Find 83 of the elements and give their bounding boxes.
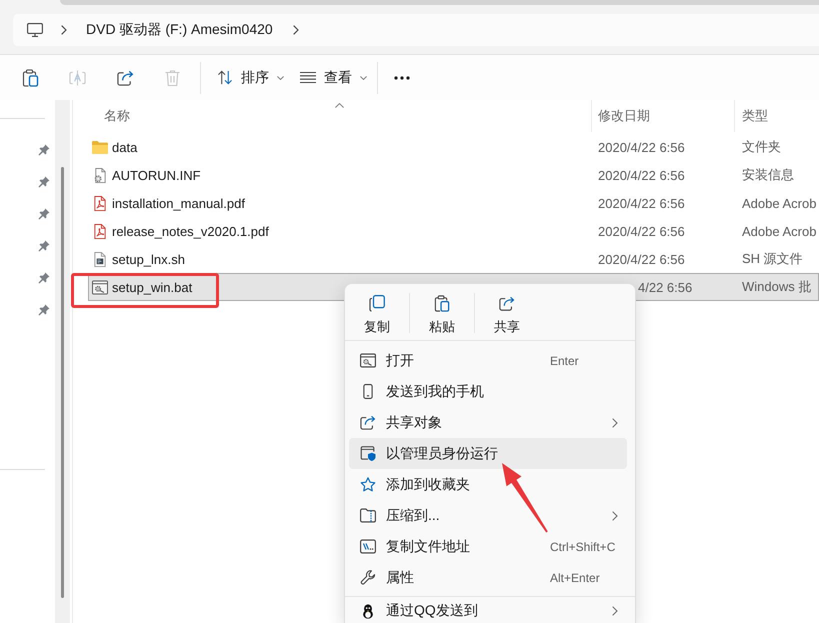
wrench-icon	[360, 570, 376, 585]
caret-down-icon	[277, 76, 284, 80]
scrollbar-thumb[interactable]	[61, 167, 64, 598]
pin-icon[interactable]	[38, 144, 50, 156]
share-icon	[499, 295, 515, 312]
caret-down-icon	[360, 76, 367, 80]
computer-icon	[27, 23, 43, 37]
list-view-icon	[300, 70, 316, 85]
shortcut-label: Alt+Enter	[550, 570, 601, 584]
sort-button[interactable]: 排序	[209, 62, 292, 94]
file-row[interactable]: AUTORUN.INF 2020/4/22 6:56 安装信息	[88, 161, 819, 189]
file-name: AUTORUN.INF	[112, 168, 201, 182]
pin-icon[interactable]	[38, 240, 50, 252]
file-row[interactable]: installation_manual.pdf 2020/4/22 6:56 Adobe Acrob	[88, 189, 819, 217]
file-name: setup_win.bat	[112, 280, 192, 294]
pdf-file-icon	[92, 224, 108, 238]
share-icon	[360, 415, 376, 430]
file-path-icon	[360, 539, 376, 554]
menu-item[interactable]: 以管理员身份运行	[349, 438, 627, 469]
pin-icon[interactable]	[38, 176, 50, 188]
copy-icon	[369, 295, 385, 312]
file-type: Adobe Acrob	[742, 196, 816, 210]
paste-button[interactable]: 粘贴	[410, 284, 474, 340]
shield-icon	[360, 446, 376, 461]
pin-icon[interactable]	[38, 208, 50, 220]
file-row[interactable]: data 2020/4/22 6:56 文件夹	[88, 133, 819, 161]
pin-icon[interactable]	[38, 304, 50, 316]
menu-item[interactable]: 属性 Alt+Enter	[349, 562, 627, 593]
pdf-file-icon	[92, 196, 108, 210]
menu-item[interactable]: 发送到我的手机	[349, 376, 627, 407]
penguin-icon	[360, 604, 376, 618]
column-header[interactable]: 类型	[735, 100, 819, 132]
modified-date: 4/22 6:56	[638, 280, 692, 294]
modified-date: 2020/4/22 6:56	[598, 224, 685, 238]
chevron-right-icon[interactable]	[61, 25, 67, 35]
menu-item[interactable]: 添加到收藏夹	[349, 469, 627, 500]
file-type: SH 源文件	[742, 251, 803, 266]
file-type: Windows 批	[742, 279, 812, 294]
trash-icon	[164, 68, 181, 86]
zip-folder-icon	[360, 508, 376, 523]
shortcut-label: Enter	[550, 354, 580, 368]
sort-caret-icon	[335, 103, 344, 108]
file-row[interactable]: setup_lnx.sh 2020/4/22 6:56 SH 源文件	[88, 245, 819, 273]
file-name: installation_manual.pdf	[112, 196, 245, 210]
address-bar[interactable]: DVD 驱动器 (F:) Amesim0420	[13, 14, 819, 46]
column-header[interactable]: 修改日期	[592, 100, 735, 132]
share-button[interactable]: 共享	[475, 284, 539, 340]
annotation-arrow	[502, 463, 548, 533]
star-icon	[360, 477, 376, 492]
batch-file-icon	[92, 280, 108, 294]
file-name: release_notes_v2020.1.pdf	[112, 224, 269, 238]
view-button[interactable]: 查看	[292, 62, 375, 94]
modified-date: 2020/4/22 6:56	[598, 168, 685, 182]
folder-icon	[92, 140, 108, 154]
file-type: 安装信息	[742, 167, 794, 182]
menu-item[interactable]: 打开 Enter	[349, 345, 627, 376]
settings-file-icon	[92, 168, 108, 182]
shortcut-label: Ctrl+Shift+C	[550, 540, 616, 554]
copy-button[interactable]: 复制	[345, 284, 409, 340]
script-file-icon	[92, 252, 108, 266]
sort-arrows-icon	[217, 70, 233, 85]
menu-item[interactable]: 通过QQ发送到	[349, 600, 627, 622]
clipboard-icon	[434, 295, 450, 312]
file-row[interactable]: release_notes_v2020.1.pdf 2020/4/22 6:56 Adobe Acrob	[88, 217, 819, 245]
breadcrumb-item[interactable]: DVD 驱动器 (F:) Amesim0420	[86, 21, 273, 39]
modified-date: 2020/4/22 6:56	[598, 140, 685, 154]
program-window-icon	[360, 353, 376, 368]
file-name: setup_lnx.sh	[112, 252, 185, 266]
share-icon	[116, 68, 134, 86]
menu-item[interactable]: 压缩到...	[349, 500, 627, 531]
modified-date: 2020/4/22 6:56	[598, 252, 685, 266]
rename-icon	[69, 68, 86, 86]
modified-date: 2020/4/22 6:56	[598, 196, 685, 210]
chevron-right-icon[interactable]	[292, 25, 299, 35]
more-icon	[394, 76, 410, 80]
menu-item[interactable]: 共享对象	[349, 407, 627, 438]
pin-icon[interactable]	[38, 272, 50, 284]
file-type: 文件夹	[742, 139, 781, 154]
clipboard-icon	[22, 68, 38, 86]
file-name: data	[112, 140, 138, 154]
file-type: Adobe Acrob	[742, 224, 816, 238]
menu-item[interactable]: 复制文件地址 Ctrl+Shift+C	[349, 531, 627, 562]
column-header[interactable]: 名称	[88, 100, 592, 132]
